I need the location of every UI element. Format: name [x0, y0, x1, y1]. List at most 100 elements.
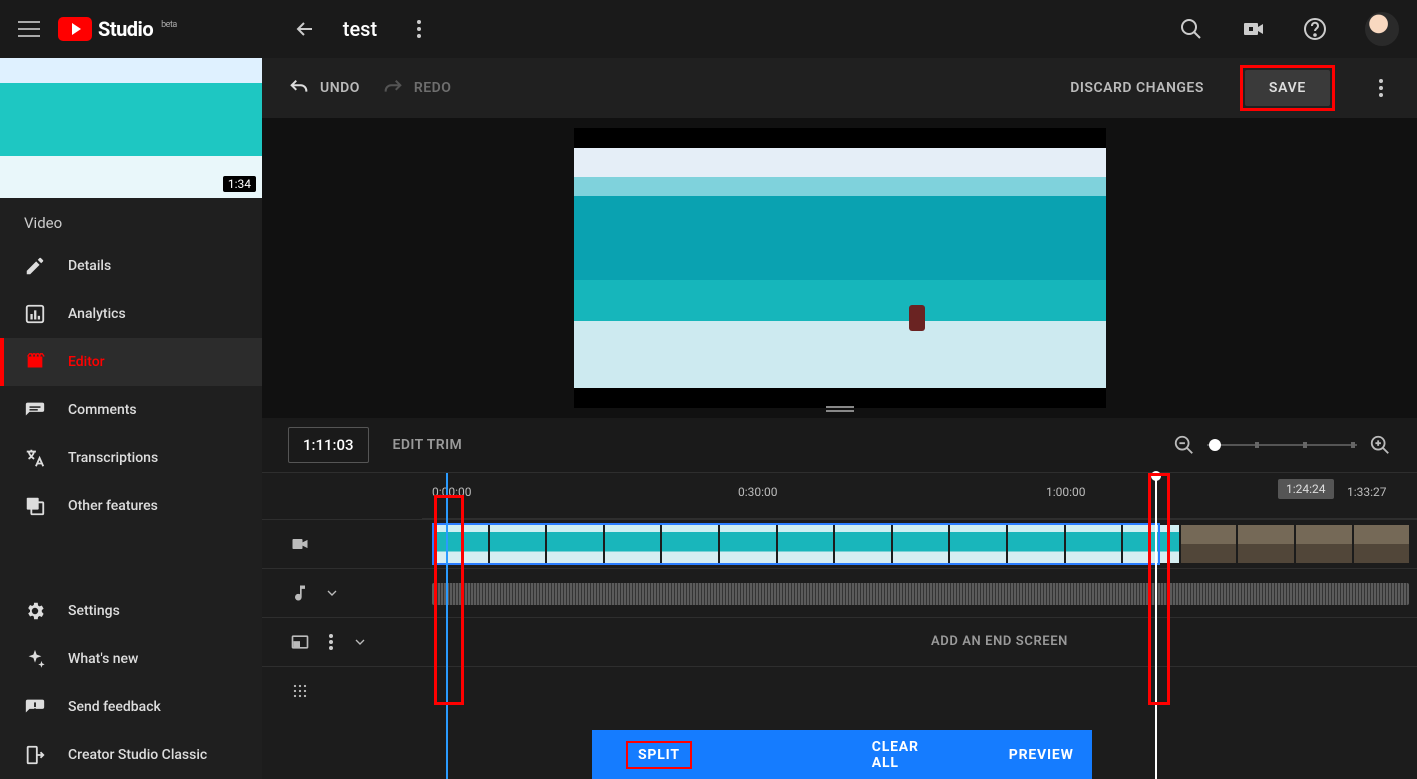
endscreen-track-head — [262, 617, 422, 666]
sidebar-item-label: Comments — [68, 402, 137, 418]
add-endscreen-button[interactable]: ADD AN END SCREEN — [582, 617, 1417, 666]
endscreen-more-icon[interactable] — [324, 633, 338, 651]
audio-track[interactable] — [422, 568, 1417, 617]
exit-icon — [24, 744, 46, 766]
timeline: 0:00:00 0:30:00 1:00:00 1:24:24 1:33:27 — [262, 472, 1417, 779]
undo-label: UNDO — [320, 80, 360, 96]
action-bar: UNDO REDO DISCARD CHANGES SAVE — [262, 58, 1417, 118]
blur-icon — [290, 681, 310, 701]
redo-button[interactable]: REDO — [382, 77, 452, 99]
sidebar-item-analytics[interactable]: Analytics — [0, 290, 262, 338]
sidebar-footer-classic[interactable]: Creator Studio Classic — [0, 731, 262, 779]
discard-button[interactable]: DISCARD CHANGES — [1070, 80, 1204, 96]
sidebar-item-label: Editor — [68, 354, 105, 370]
beta-badge: beta — [161, 20, 177, 30]
sidebar-item-label: Send feedback — [68, 699, 161, 715]
blur-track-head — [262, 666, 422, 715]
audio-track-head — [262, 568, 422, 617]
video-icon — [290, 534, 310, 554]
sparkle-icon — [24, 648, 46, 670]
split-toolbar: SPLIT CLEAR ALL PREVIEW — [592, 730, 1092, 779]
studio-logo[interactable]: Studio beta — [58, 17, 177, 41]
sidebar-item-label: Settings — [68, 603, 120, 619]
zoom-slider[interactable] — [1207, 444, 1357, 446]
undo-button[interactable]: UNDO — [288, 77, 360, 99]
sidebar-item-other[interactable]: Other features — [0, 482, 262, 530]
comments-icon — [24, 399, 46, 421]
playhead[interactable] — [1155, 473, 1157, 779]
sidebar-item-label: Analytics — [68, 306, 126, 322]
clear-all-button[interactable]: CLEAR ALL — [872, 739, 919, 771]
create-video-icon[interactable] — [1241, 17, 1265, 41]
sidebar-item-comments[interactable]: Comments — [0, 386, 262, 434]
sidebar-item-details[interactable]: Details — [0, 242, 262, 290]
ruler-tick: 0:00:00 — [432, 485, 472, 499]
sidebar-footer-settings[interactable]: Settings — [0, 587, 262, 635]
surf-wave-still — [574, 148, 1106, 389]
save-button[interactable]: SAVE — [1245, 70, 1330, 106]
highlight-save: SAVE — [1240, 65, 1335, 111]
brand-name: Studio — [98, 17, 153, 41]
sidebar-item-label: Transcriptions — [68, 450, 158, 466]
timeline-controls: 1:11:03 EDIT TRIM — [262, 418, 1417, 472]
menu-icon[interactable] — [18, 18, 40, 40]
sidebar-item-transcriptions[interactable]: Transcriptions — [0, 434, 262, 482]
redo-label: REDO — [414, 80, 452, 96]
edit-trim-button[interactable]: EDIT TRIM — [393, 437, 463, 453]
sidebar: 1:34 Video Details Analytics Editor Comm… — [0, 58, 262, 779]
sidebar-item-label: Other features — [68, 498, 158, 514]
layers-icon — [24, 495, 46, 517]
trim-start-handle[interactable] — [446, 473, 448, 779]
blur-track[interactable] — [422, 666, 1417, 715]
sidebar-footer-whatsnew[interactable]: What's new — [0, 635, 262, 683]
redo-icon — [382, 77, 404, 99]
thumbnail-duration: 1:34 — [223, 176, 256, 192]
youtube-play-icon — [58, 17, 92, 41]
preview-button[interactable]: PREVIEW — [1009, 747, 1074, 763]
video-title: test — [343, 17, 377, 41]
video-track-head — [262, 519, 422, 568]
sidebar-item-label: Creator Studio Classic — [68, 747, 207, 763]
undo-icon — [288, 77, 310, 99]
analytics-icon — [24, 303, 46, 325]
zoom-out-icon[interactable] — [1173, 434, 1195, 456]
sidebar-item-label: Details — [68, 258, 111, 274]
ruler-tick: 0:30:00 — [738, 485, 778, 499]
sidebar-item-editor[interactable]: Editor — [0, 338, 262, 386]
current-time[interactable]: 1:11:03 — [288, 427, 369, 463]
sidebar-footer-feedback[interactable]: Send feedback — [0, 683, 262, 731]
ruler-spacer — [262, 473, 422, 519]
video-frame[interactable] — [574, 128, 1106, 408]
translate-icon — [24, 447, 46, 469]
back-arrow-icon[interactable] — [293, 17, 317, 41]
video-thumbnail[interactable]: 1:34 — [0, 58, 262, 198]
ruler-marker: 1:24:24 — [1278, 479, 1334, 499]
audio-waveform — [432, 583, 1409, 605]
help-icon[interactable] — [1303, 17, 1327, 41]
time-ruler[interactable]: 0:00:00 0:30:00 1:00:00 1:24:24 1:33:27 — [422, 473, 1417, 519]
actionbar-more-icon[interactable] — [1371, 78, 1391, 98]
video-preview — [262, 118, 1417, 418]
music-icon — [290, 583, 310, 603]
zoom-in-icon[interactable] — [1369, 434, 1391, 456]
sidebar-item-label: What's new — [68, 651, 138, 667]
gear-icon — [24, 600, 46, 622]
search-icon[interactable] — [1179, 17, 1203, 41]
zoom-controls — [1173, 434, 1391, 456]
ruler-tick: 1:33:27 — [1347, 485, 1387, 499]
pencil-icon — [24, 255, 46, 277]
feedback-icon — [24, 696, 46, 718]
track-headers — [262, 473, 422, 779]
more-vert-icon[interactable] — [409, 19, 429, 39]
panel-resize-handle[interactable] — [826, 406, 854, 412]
chevron-down-icon[interactable] — [352, 634, 368, 650]
split-button[interactable]: SPLIT — [626, 741, 692, 769]
chevron-down-icon[interactable] — [324, 585, 340, 601]
endscreen-icon — [290, 632, 310, 652]
editor-icon — [24, 351, 46, 373]
ruler-tick: 1:00:00 — [1046, 485, 1086, 499]
video-track[interactable] — [422, 519, 1417, 568]
sidebar-section-label: Video — [0, 198, 262, 242]
editor-main: UNDO REDO DISCARD CHANGES SAVE 1:11:03 E… — [262, 58, 1417, 779]
avatar[interactable] — [1365, 12, 1399, 46]
